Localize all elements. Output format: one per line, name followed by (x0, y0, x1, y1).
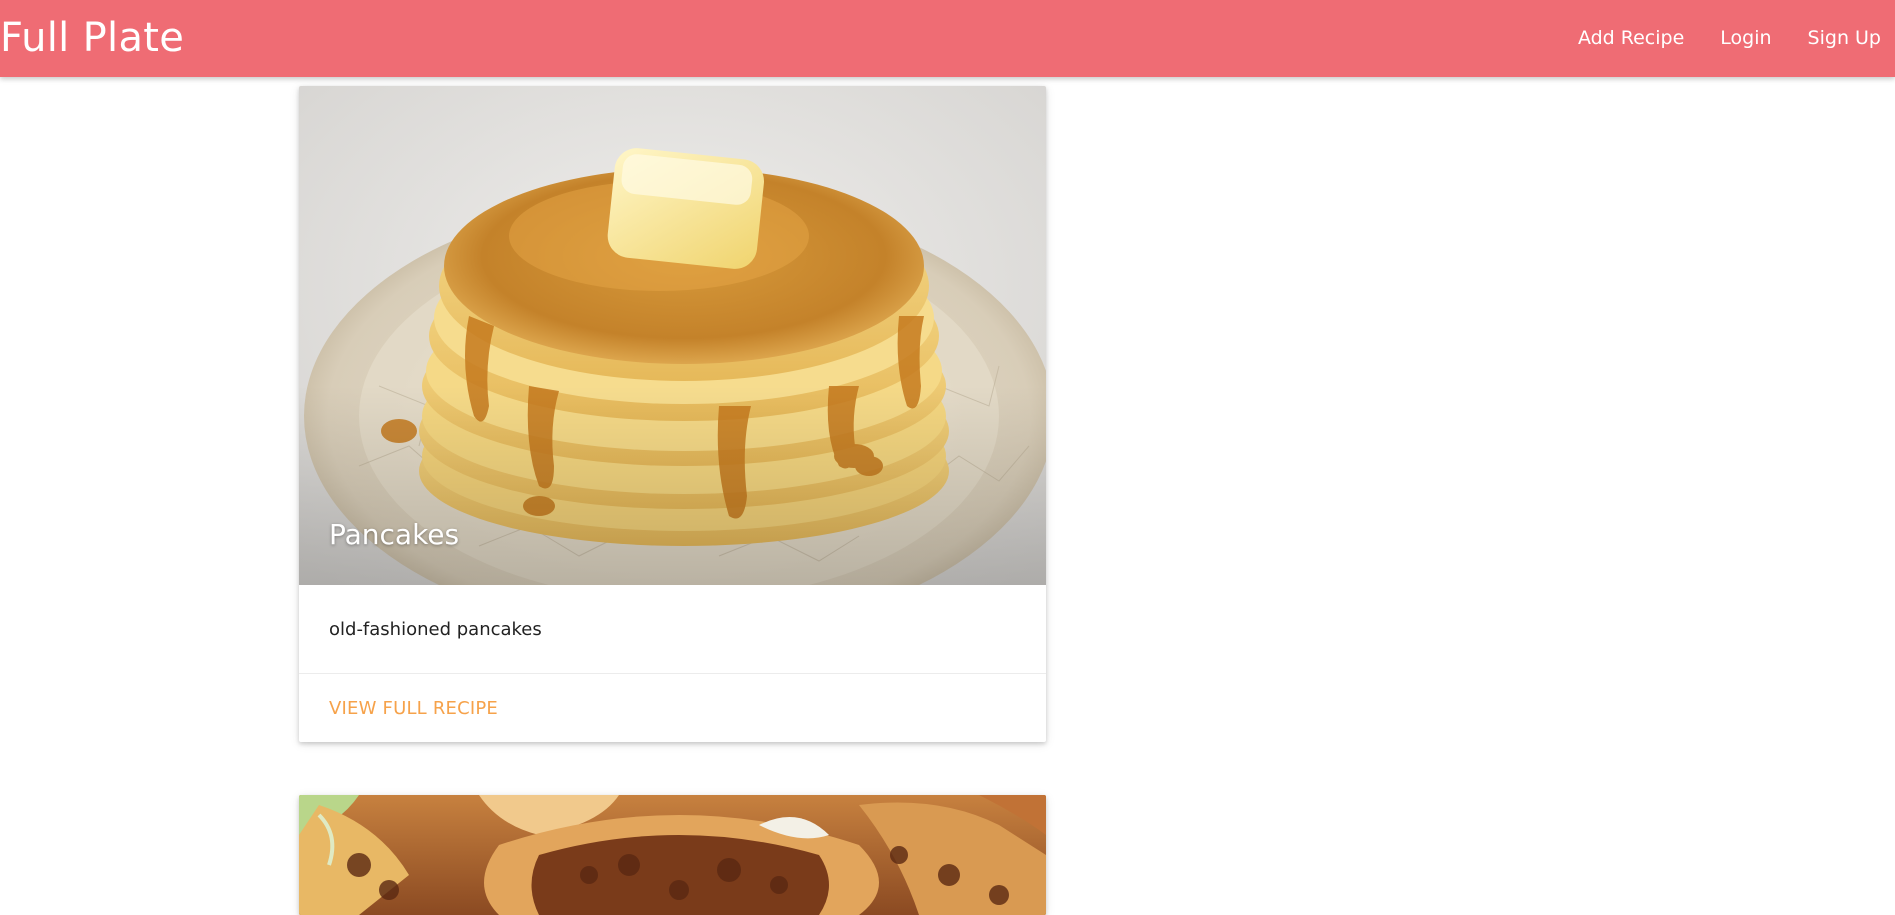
recipe-title: Pancakes (329, 518, 460, 551)
tacos-photo (299, 795, 1046, 915)
nav-links: Add Recipe Login Sign Up (1560, 0, 1895, 77)
view-full-recipe-link[interactable]: VIEW FULL RECIPE (329, 698, 498, 719)
recipe-card: Pancakes old-fashioned pancakes VIEW FUL… (299, 86, 1046, 742)
nav-add-recipe-link[interactable]: Add Recipe (1560, 0, 1702, 77)
recipe-image-pancakes: Pancakes (299, 86, 1046, 585)
recipe-card (299, 795, 1046, 915)
pancakes-photo (299, 86, 1046, 585)
nav-sign-up-link[interactable]: Sign Up (1790, 0, 1895, 77)
brand-logo[interactable]: Full Plate (0, 14, 184, 62)
top-navbar: Full Plate Add Recipe Login Sign Up (0, 0, 1895, 77)
nav-login-link[interactable]: Login (1702, 0, 1789, 77)
recipe-image-tacos (299, 795, 1046, 915)
card-action-bar: VIEW FULL RECIPE (299, 674, 1046, 742)
recipe-description: old-fashioned pancakes (299, 585, 1046, 674)
